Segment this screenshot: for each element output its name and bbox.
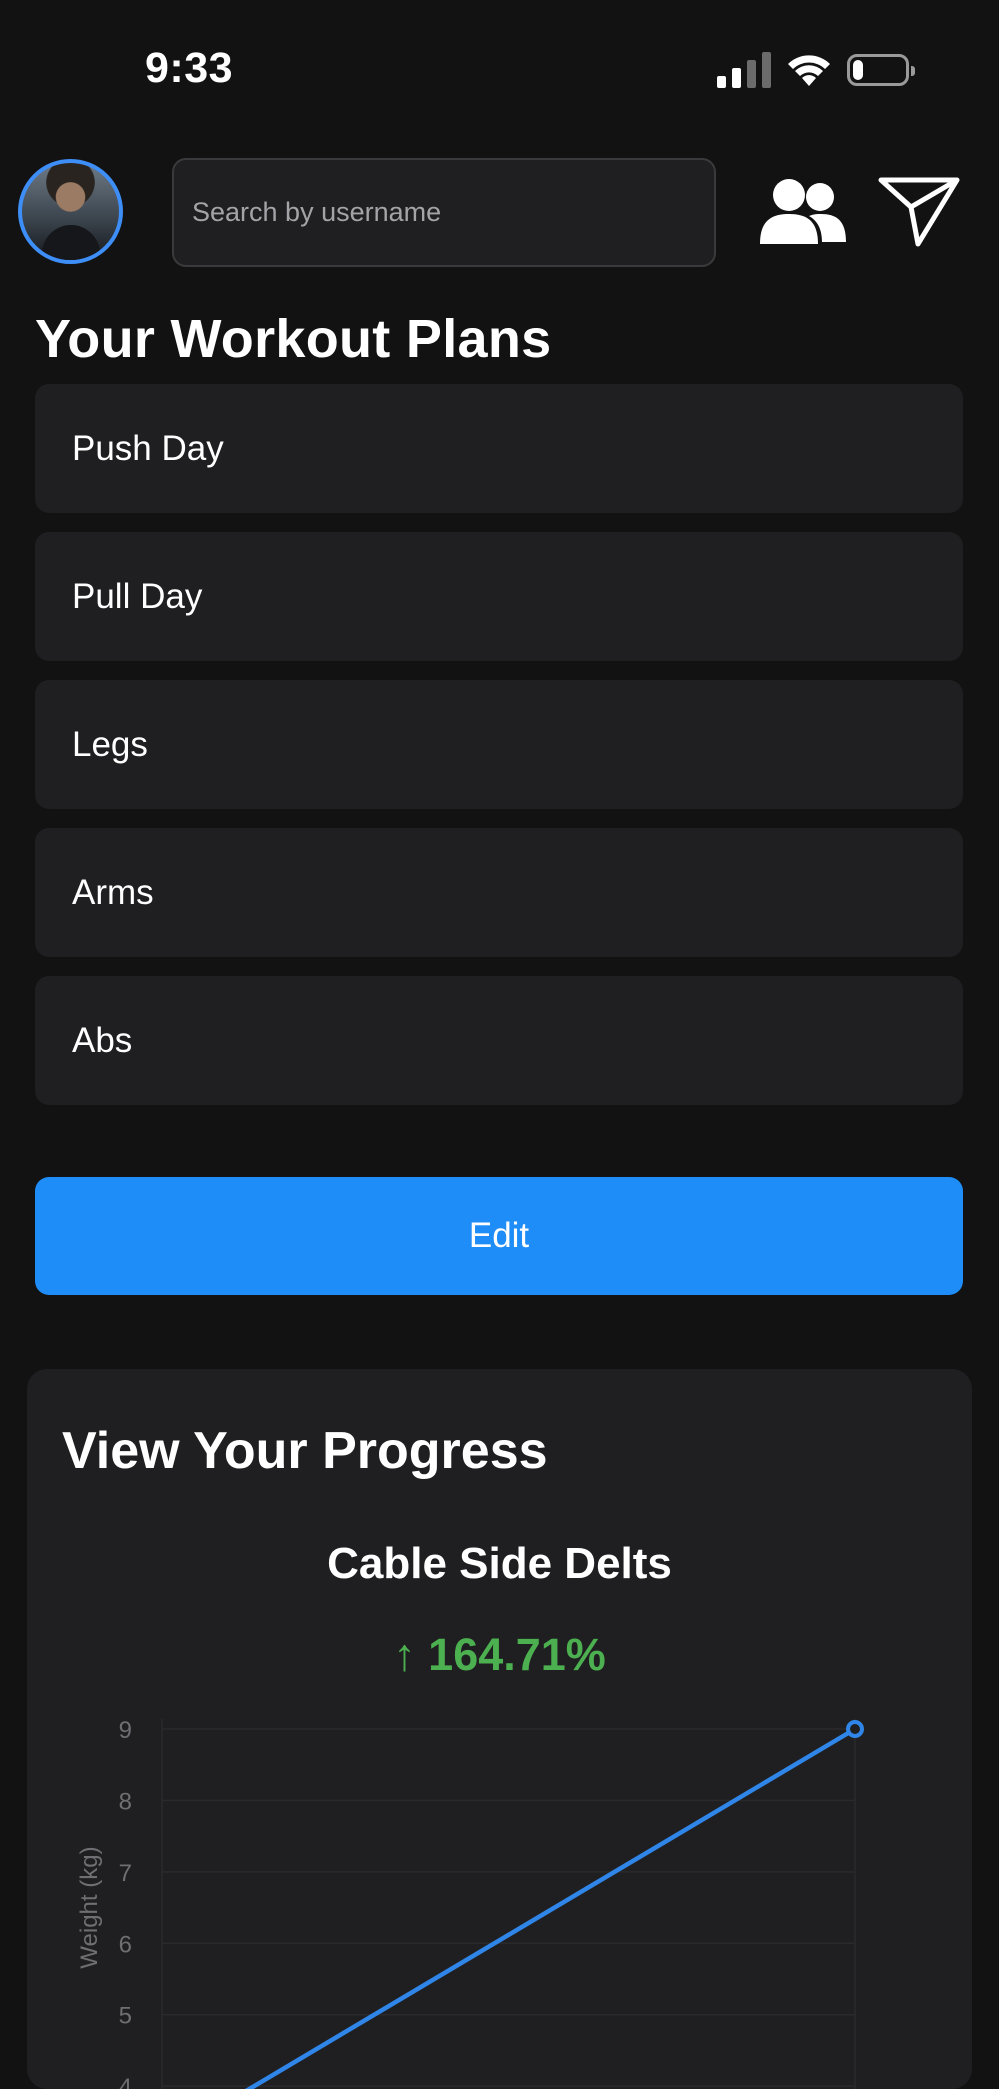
status-icons <box>717 52 915 88</box>
progress-title: View Your Progress <box>62 1422 548 1480</box>
y-tick-label: 9 <box>119 1719 132 1744</box>
workout-plan-item[interactable]: Push Day <box>35 384 963 513</box>
battery-level <box>853 60 863 80</box>
edit-button[interactable]: Edit <box>35 1177 963 1295</box>
workout-plan-item[interactable]: Arms <box>35 828 963 957</box>
data-point <box>846 1720 864 1738</box>
status-time: 9:33 <box>145 44 234 92</box>
y-tick-label: 6 <box>119 1931 132 1958</box>
progress-change: ↑ 164.71% <box>27 1629 972 1681</box>
progress-card: View Your Progress Cable Side Delts ↑ 16… <box>27 1369 972 2089</box>
search-input[interactable] <box>172 158 716 267</box>
avatar[interactable] <box>18 159 123 264</box>
workout-plans-title: Your Workout Plans <box>35 309 552 369</box>
workout-plan-label: Abs <box>72 1020 133 1060</box>
progress-chart: 4 5 6 7 8 9 Weight (kg) <box>76 1719 864 2089</box>
workout-plan-item[interactable]: Abs <box>35 976 963 1105</box>
wifi-icon <box>788 55 830 86</box>
workout-plan-list: Push Day Pull Day Legs Arms Abs <box>35 384 963 1124</box>
workout-plan-label: Pull Day <box>72 576 203 616</box>
workout-plan-item[interactable]: Pull Day <box>35 532 963 661</box>
y-axis-label: Weight (kg) <box>76 1846 103 1968</box>
workout-plan-label: Push Day <box>72 428 224 468</box>
workout-plan-label: Arms <box>72 872 154 912</box>
y-tick-label: 4 <box>119 2074 132 2089</box>
y-tick-label: 8 <box>119 1788 132 1815</box>
arrow-up-icon: ↑ <box>393 1629 416 1680</box>
signal-icon <box>717 52 771 88</box>
friends-icon[interactable] <box>760 176 846 246</box>
y-tick-label: 5 <box>119 2003 132 2030</box>
workout-plan-label: Legs <box>72 724 148 764</box>
send-icon[interactable] <box>878 176 960 248</box>
series-line <box>244 1726 858 2089</box>
workout-plan-item[interactable]: Legs <box>35 680 963 809</box>
exercise-name: Cable Side Delts <box>327 1539 672 1588</box>
battery-icon <box>847 54 915 86</box>
progress-change-value: 164.71% <box>428 1629 606 1680</box>
status-bar: 9:33 <box>0 0 999 140</box>
y-tick-label: 7 <box>119 1860 132 1887</box>
